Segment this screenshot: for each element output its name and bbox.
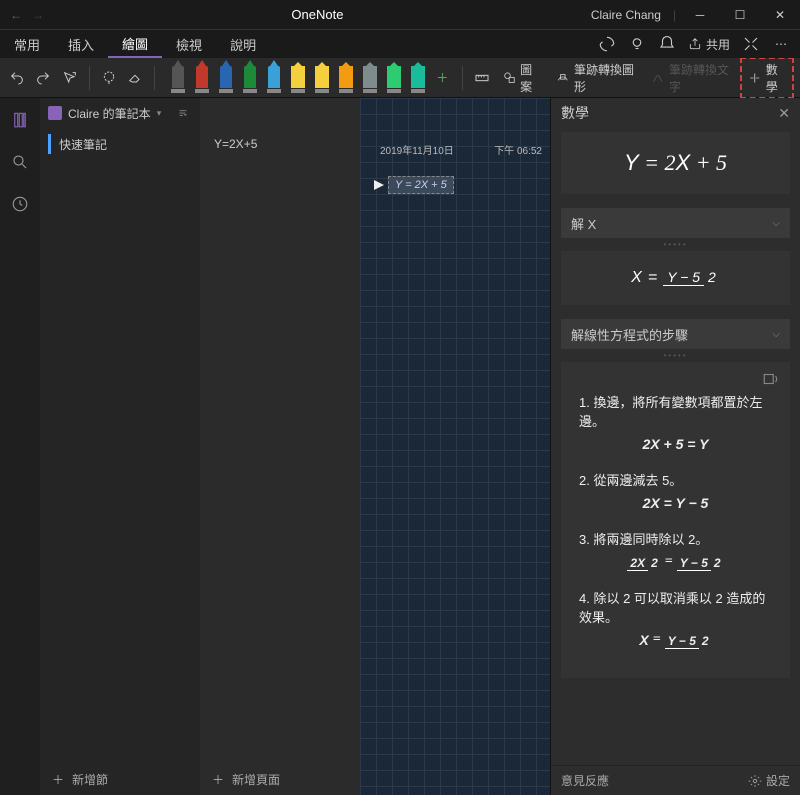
search-icon[interactable] [8, 150, 32, 174]
notebooks-icon[interactable] [8, 108, 32, 132]
notebook-icon [48, 106, 62, 120]
solution-step: 1. 換邊，將所有變數項都置於左邊。2X + 5 = Y [579, 392, 772, 452]
page-time: 下午 06:52 [494, 142, 542, 157]
tab-home[interactable]: 常用 [0, 30, 54, 58]
section-label: 快速筆記 [59, 136, 107, 153]
note-canvas[interactable]: 2019年11月10日 下午 06:52 Y = 2X + 5 [360, 98, 550, 795]
page-column: Y=2X+5 ＋ 新增頁面 [200, 98, 360, 795]
notebook-selector[interactable]: Claire 的筆記本 ▾ [40, 98, 200, 128]
equation-display: Y = 2X + 5 [561, 132, 790, 194]
highlighter-tool[interactable] [313, 63, 331, 93]
highlighter-tool[interactable] [385, 63, 403, 93]
pen-tool[interactable] [217, 63, 235, 93]
close-panel-icon[interactable]: ✕ [778, 105, 790, 122]
back-icon[interactable]: ← [10, 8, 22, 22]
bulb-icon[interactable] [628, 35, 646, 53]
ruler-button[interactable] [470, 65, 492, 91]
highlighter-tool[interactable] [409, 63, 427, 93]
tab-help[interactable]: 說明 [216, 30, 270, 58]
steps-box: 1. 換邊，將所有變數項都置於左邊。2X + 5 = Y 2. 從兩邊減去 5。2… [561, 362, 790, 678]
section-column: Claire 的筆記本 ▾ 快速筆記 ＋ 新增節 [40, 98, 200, 795]
chevron-down-icon: ⌵ [772, 329, 780, 340]
pen-tool[interactable] [265, 63, 283, 93]
chevron-down-icon: ⌵ [772, 218, 780, 229]
bell-icon[interactable] [658, 35, 676, 53]
pen-gallery[interactable] [169, 63, 427, 93]
redo-button[interactable] [32, 65, 54, 91]
math-button[interactable]: 數學 [740, 57, 794, 99]
page-item[interactable]: Y=2X+5 [200, 128, 360, 160]
sort-icon[interactable] [174, 104, 192, 122]
settings-button[interactable]: 設定 [748, 772, 790, 789]
note-tag-icon [374, 180, 384, 190]
forward-icon: → [32, 8, 44, 22]
recent-icon[interactable] [8, 192, 32, 216]
user-name[interactable]: Claire Chang [591, 8, 669, 22]
add-page-button[interactable]: ＋ 新增頁面 [200, 763, 360, 795]
tab-view[interactable]: 檢視 [162, 30, 216, 58]
maximize-button[interactable]: ☐ [720, 0, 760, 30]
pen-tool[interactable] [241, 63, 259, 93]
notebook-name: Claire 的筆記本 [68, 105, 151, 122]
chevron-down-icon: ▾ [157, 108, 162, 119]
solution-step: 2. 從兩邊減去 5。2X = Y − 5 [579, 470, 772, 511]
highlighter-tool[interactable] [289, 63, 307, 93]
close-button[interactable]: ✕ [760, 0, 800, 30]
shapes-button[interactable]: 圖案 [497, 61, 547, 95]
solution-display: X = Y − 52 [561, 251, 790, 305]
pen-tool[interactable] [193, 63, 211, 93]
highlighter-tool[interactable] [337, 63, 355, 93]
ink-to-shape-button[interactable]: 筆跡轉換圖形 [550, 61, 641, 95]
nav-history: ← → [0, 8, 44, 22]
ribbon-tabs: 常用 插入 繪圖 檢視 說明 共用 ⋯ [0, 30, 800, 58]
lasso-button[interactable] [98, 65, 120, 91]
ink-to-text-button: 筆跡轉換文字 [645, 61, 736, 95]
more-icon[interactable]: ⋯ [772, 35, 790, 53]
highlighter-tool[interactable] [361, 63, 379, 93]
app-title: OneNote [44, 7, 591, 22]
fullscreen-icon[interactable] [742, 35, 760, 53]
tab-insert[interactable]: 插入 [54, 30, 108, 58]
text-select-button[interactable] [59, 65, 81, 91]
pen-tool[interactable] [169, 63, 187, 93]
immersive-reader-icon[interactable] [762, 370, 780, 391]
math-panel-title: 數學 [561, 103, 589, 123]
feedback-link[interactable]: 意見反應 [561, 772, 609, 789]
steps-dropdown[interactable]: 解線性方程式的步驟⌵ [561, 319, 790, 349]
eraser-button[interactable] [124, 65, 146, 91]
equation-object[interactable]: Y = 2X + 5 [374, 176, 454, 194]
titlebar: ← → OneNote Claire Chang | ─ ☐ ✕ [0, 0, 800, 30]
left-rail [0, 98, 40, 795]
add-section-button[interactable]: ＋ 新增節 [40, 763, 200, 795]
solution-step: 3. 將兩邊同時除以 2。2X2 = Y − 52 [579, 529, 772, 570]
page-meta: 2019年11月10日 下午 06:52 [380, 142, 542, 157]
sync-icon[interactable] [598, 35, 616, 53]
tab-draw[interactable]: 繪圖 [108, 30, 162, 58]
page-date: 2019年11月10日 [380, 142, 454, 157]
section-item[interactable]: 快速筆記 [40, 128, 200, 160]
solve-for-dropdown[interactable]: 解 X⌵ [561, 208, 790, 238]
section-marker [48, 134, 51, 154]
share-button[interactable]: 共用 [688, 36, 730, 53]
solution-step: 4. 除以 2 可以取消乘以 2 造成的效果。X = Y − 52 [579, 588, 772, 648]
undo-button[interactable] [6, 65, 28, 91]
math-panel: 數學 ✕ Y = 2X + 5 解 X⌵ ••••• X = Y − 52 解線… [550, 98, 800, 795]
draw-toolbar: ＋ 圖案 筆跡轉換圖形 筆跡轉換文字 數學 [0, 58, 800, 98]
add-pen-button[interactable]: ＋ [431, 65, 453, 91]
equation-text[interactable]: Y = 2X + 5 [388, 176, 454, 194]
minimize-button[interactable]: ─ [680, 0, 720, 30]
